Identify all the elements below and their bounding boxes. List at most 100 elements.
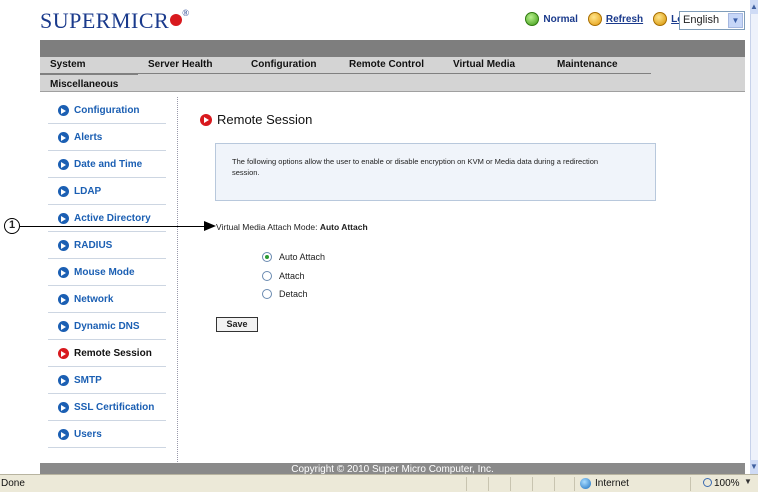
radio-button-checked[interactable] — [262, 252, 272, 262]
sidebar-item-label: SMTP — [74, 374, 102, 386]
sub-nav: Miscellaneous — [40, 74, 745, 92]
attach-mode-label: Virtual Media Attach Mode: — [216, 222, 318, 232]
arrow-circle-icon — [58, 428, 69, 440]
sidebar-item-date-and-time[interactable]: Date and Time — [48, 151, 166, 178]
status-divider — [554, 477, 555, 491]
sidebar-item-configuration[interactable]: Configuration — [48, 97, 166, 124]
sidebar-item-alerts[interactable]: Alerts — [48, 124, 166, 151]
attach-mode-line: Virtual Media Attach Mode: Auto Attach — [216, 222, 368, 232]
tab-maintenance[interactable]: Maintenance — [547, 57, 651, 74]
logo-text: SUPERMICR — [40, 8, 170, 33]
radio-button[interactable] — [262, 271, 272, 281]
arrow-circle-icon — [58, 212, 69, 224]
radio-attach[interactable]: Attach — [262, 271, 305, 281]
ipmi-page: SUPERMICR® Normal Refresh Logout English… — [40, 0, 745, 474]
sidebar-item-dynamic-dns[interactable]: Dynamic DNS — [48, 313, 166, 340]
sidebar-item-users[interactable]: Users — [48, 421, 166, 448]
zoom-control[interactable]: 100% — [703, 478, 740, 489]
info-text-line-2: session. — [232, 168, 260, 177]
attach-mode-value: Auto Attach — [319, 222, 368, 232]
sidebar-item-label: Mouse Mode — [74, 266, 135, 278]
window-edge — [0, 0, 6, 474]
arrow-circle-icon — [58, 158, 69, 170]
status-divider — [532, 477, 533, 491]
info-box: The following options allow the user to … — [215, 143, 656, 201]
callout-line — [20, 226, 208, 227]
radio-label: Auto Attach — [279, 252, 326, 262]
sidebar-item-label: Configuration — [74, 104, 140, 116]
chevron-down-icon[interactable]: ▼ — [728, 13, 743, 28]
arrow-circle-icon — [58, 104, 69, 116]
arrow-circle-icon — [58, 401, 69, 413]
status-label: Normal — [543, 13, 578, 25]
sidebar-item-ldap[interactable]: LDAP — [48, 178, 166, 205]
tab-virtual-media[interactable]: Virtual Media — [443, 57, 547, 74]
tab-server-health[interactable]: Server Health — [138, 57, 241, 74]
sidebar-item-ssl-certification[interactable]: SSL Certification — [48, 394, 166, 421]
sidebar-item-label: LDAP — [74, 185, 102, 197]
radio-label: Detach — [279, 289, 308, 299]
arrow-circle-icon — [58, 131, 69, 143]
status-ok-icon — [525, 12, 540, 26]
sidebar-item-label: Dynamic DNS — [74, 320, 140, 332]
zoom-icon — [703, 478, 712, 487]
refresh-icon[interactable] — [587, 12, 602, 26]
sidebar-item-radius[interactable]: RADIUS — [48, 232, 166, 259]
radio-detach[interactable]: Detach — [262, 289, 308, 299]
browser-status-bar: Done Internet 100% ▼ — [0, 474, 758, 492]
status-divider — [574, 477, 575, 491]
radio-auto-attach[interactable]: Auto Attach — [262, 252, 325, 262]
status-divider — [510, 477, 511, 491]
sidebar-item-remote-session[interactable]: Remote Session — [48, 340, 166, 367]
sidebar-item-label: Users — [74, 428, 102, 440]
callout-arrow-icon — [204, 221, 216, 231]
logo-dot-icon — [170, 14, 183, 26]
sidebar-item-label: RADIUS — [74, 239, 113, 251]
tab-configuration[interactable]: Configuration — [241, 57, 339, 74]
sidebar-item-label: Network — [74, 293, 114, 305]
tab-remote-control[interactable]: Remote Control — [339, 57, 443, 74]
sidebar-item-mouse-mode[interactable]: Mouse Mode — [48, 259, 166, 286]
arrow-circle-icon — [58, 293, 69, 305]
sidebar-item-label: SSL Certification — [74, 401, 155, 413]
logo-registered-mark: ® — [182, 8, 190, 18]
sidebar-item-label: Active Directory — [74, 212, 151, 224]
info-text-line-1: The following options allow the user to … — [232, 157, 599, 166]
status-divider — [690, 477, 691, 491]
footer: Copyright © 2010 Super Micro Computer, I… — [40, 463, 745, 474]
arrow-circle-icon — [58, 266, 69, 278]
refresh-link[interactable]: Refresh — [606, 14, 643, 25]
arrow-circle-icon — [58, 347, 69, 359]
sidebar-item-network[interactable]: Network — [48, 286, 166, 313]
arrow-circle-icon — [58, 239, 69, 251]
status-text: Done — [1, 478, 25, 489]
header: SUPERMICR® Normal Refresh Logout English… — [40, 0, 745, 40]
logout-icon[interactable] — [653, 12, 668, 26]
page-title: Remote Session — [200, 112, 312, 127]
radio-button[interactable] — [262, 289, 272, 299]
arrow-circle-icon — [58, 374, 69, 386]
arrow-circle-icon — [200, 113, 212, 126]
sidebar-item-label: Alerts — [74, 131, 103, 143]
zoom-level: 100% — [714, 478, 740, 489]
status-divider — [466, 477, 467, 491]
globe-icon — [580, 478, 591, 489]
tab-miscellaneous[interactable]: Miscellaneous — [40, 74, 138, 91]
main-nav: System Server Health Configuration Remot… — [40, 57, 745, 74]
scroll-down-icon[interactable]: ▼ — [750, 460, 758, 474]
tab-system[interactable]: System — [40, 57, 138, 74]
sidebar-item-active-directory[interactable]: Active Directory — [48, 205, 166, 232]
sidebar-item-smtp[interactable]: SMTP — [48, 367, 166, 394]
zoom-dropdown-icon[interactable]: ▼ — [744, 477, 752, 486]
supermicro-logo: SUPERMICR ® — [40, 8, 190, 34]
save-button[interactable]: Save — [216, 317, 258, 332]
scroll-up-icon[interactable]: ▲ — [750, 0, 758, 14]
language-value: English — [683, 14, 720, 26]
page-title-text: Remote Session — [217, 112, 313, 127]
arrow-circle-icon — [58, 185, 69, 197]
vertical-scrollbar[interactable] — [750, 0, 758, 474]
sidebar: Configuration Alerts Date and Time LDAP … — [40, 97, 178, 462]
language-select[interactable]: English ▼ — [679, 11, 745, 30]
arrow-circle-icon — [58, 320, 69, 332]
zone-label: Internet — [595, 478, 629, 489]
